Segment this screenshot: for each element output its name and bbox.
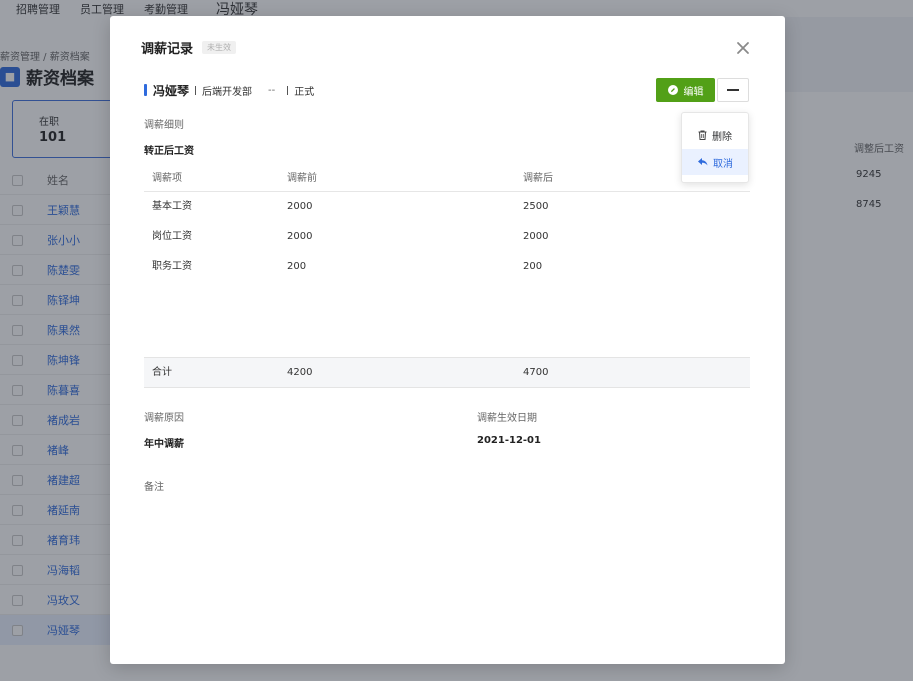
accent-bar bbox=[144, 84, 147, 96]
table-total-row: 合计 4200 4700 bbox=[144, 357, 750, 388]
table-row: 职务工资 200 200 bbox=[144, 252, 750, 282]
remarks-label: 备注 bbox=[144, 482, 164, 493]
employee-status: 正式 bbox=[294, 86, 315, 98]
menu-item-delete[interactable]: 删除 bbox=[682, 122, 748, 148]
column-header: 调薪项 bbox=[152, 173, 182, 184]
table-cell: 基本工资 bbox=[152, 201, 192, 212]
status-badge: 未生效 bbox=[202, 41, 236, 54]
total-after: 4700 bbox=[523, 367, 549, 378]
reason-label: 调薪原因 bbox=[144, 413, 184, 424]
effective-date-label: 调薪生效日期 bbox=[477, 413, 537, 424]
employee-department: 后端开发部 bbox=[202, 86, 253, 98]
section-label: 调薪细则 bbox=[144, 120, 184, 131]
table-header: 调薪项 调薪前 调薪后 bbox=[144, 166, 750, 192]
table-row: 岗位工资 2000 2000 bbox=[144, 222, 750, 252]
column-header: 调薪前 bbox=[287, 173, 317, 184]
salary-adjustment-modal: 调薪记录 未生效 冯娅琴 后端开发部 -- 正式 编辑 删除 取消 调薪细则 转… bbox=[110, 16, 785, 664]
modal-title: 调薪记录 bbox=[141, 42, 194, 57]
column-header: 调薪后 bbox=[523, 173, 553, 184]
table-cell: 2000 bbox=[287, 201, 313, 212]
table-cell: 200 bbox=[287, 261, 307, 272]
employee-position: -- bbox=[268, 84, 276, 96]
divider bbox=[195, 85, 197, 95]
sub-title: 转正后工资 bbox=[144, 146, 194, 157]
table-cell: 2000 bbox=[287, 231, 313, 242]
edit-button-label: 编辑 bbox=[683, 86, 704, 98]
close-button[interactable] bbox=[736, 41, 750, 55]
menu-item-label: 删除 bbox=[712, 131, 732, 143]
undo-icon bbox=[698, 158, 708, 166]
table-cell: 2500 bbox=[523, 201, 549, 212]
employee-name: 冯娅琴 bbox=[153, 83, 190, 98]
table-cell: 岗位工资 bbox=[152, 231, 192, 242]
table-cell: 200 bbox=[523, 261, 543, 272]
total-label: 合计 bbox=[152, 367, 172, 378]
table-row: 基本工资 2000 2500 bbox=[144, 192, 750, 222]
reason-value: 年中调薪 bbox=[144, 439, 184, 450]
trash-icon bbox=[698, 130, 707, 140]
close-icon bbox=[737, 42, 749, 54]
table-cell: 2000 bbox=[523, 231, 549, 242]
more-button[interactable] bbox=[717, 78, 749, 102]
effective-date-value: 2021-12-01 bbox=[477, 435, 541, 446]
total-before: 4200 bbox=[287, 367, 313, 378]
employee-header: 冯娅琴 后端开发部 -- 正式 bbox=[144, 83, 315, 98]
more-icon bbox=[727, 89, 739, 91]
edit-icon bbox=[667, 85, 678, 95]
table-cell: 职务工资 bbox=[152, 261, 192, 272]
salary-items-table: 调薪项 调薪前 调薪后 基本工资 2000 2500 岗位工资 2000 200… bbox=[144, 166, 750, 282]
edit-button[interactable]: 编辑 bbox=[656, 78, 715, 102]
divider bbox=[287, 85, 289, 95]
